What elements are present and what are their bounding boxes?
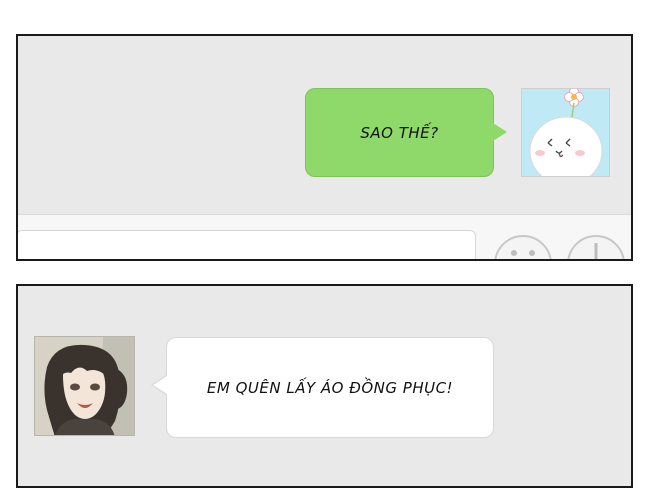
chat-panel-2: EM QUÊN LẤY ÁO ĐỒNG PHỤC!	[16, 284, 633, 488]
blob-with-flower-icon	[522, 89, 609, 176]
sent-message-bubble: SAO THẾ?	[305, 88, 507, 177]
received-message-bubble: EM QUÊN LẤY ÁO ĐỒNG PHỤC!	[151, 337, 494, 438]
white-blob-avatar[interactable]	[521, 88, 610, 177]
message-input-bar	[18, 214, 631, 259]
chat-panel-1: SAO THẾ?	[16, 34, 633, 261]
plus-icon	[594, 243, 598, 259]
emoji-icon	[511, 250, 535, 256]
girl-avatar[interactable]	[34, 336, 135, 436]
sent-message-text: SAO THẾ?	[360, 123, 439, 142]
received-message-text: EM QUÊN LẤY ÁO ĐỒNG PHỤC!	[206, 378, 454, 397]
dark-haired-girl-icon	[35, 337, 134, 435]
plus-button[interactable]	[567, 235, 625, 259]
message-input[interactable]	[18, 230, 476, 259]
emoji-button[interactable]	[494, 235, 552, 259]
